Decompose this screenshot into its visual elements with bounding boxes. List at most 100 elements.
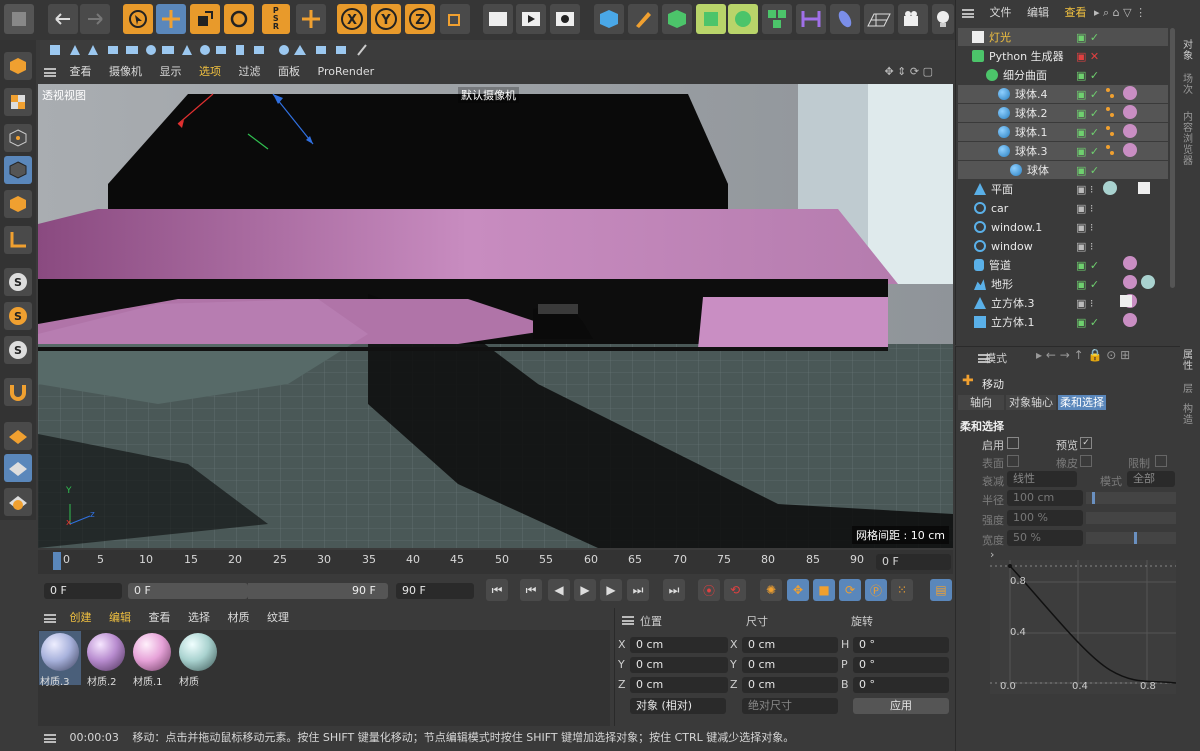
z-axis-button[interactable]: Z [405, 4, 435, 34]
range-start-field[interactable]: 0 F [128, 583, 248, 599]
keyframe-selection-button[interactable]: ✺ [760, 579, 782, 601]
psr-button[interactable]: PSR [262, 4, 290, 34]
key-scale-button[interactable]: ■ [813, 579, 835, 601]
material-menu-view[interactable]: 查看 [149, 611, 171, 624]
object-menu-view[interactable]: 查看 [1065, 6, 1087, 19]
render-settings-button[interactable] [550, 4, 580, 34]
viewport-menu-icon[interactable] [44, 67, 56, 77]
snap-settings-button[interactable]: S [4, 302, 32, 330]
y-axis-button[interactable]: Y [371, 4, 401, 34]
strength-field[interactable]: 100 % [1007, 510, 1083, 526]
subdivision-button[interactable] [662, 4, 692, 34]
transform-button[interactable] [296, 4, 326, 34]
surface-checkbox[interactable] [1007, 455, 1019, 467]
checkmark-icon[interactable]: ▣ ✓ [1076, 126, 1099, 139]
next-frame-button[interactable]: ▶ [600, 579, 622, 601]
x-axis-button[interactable]: X [337, 4, 367, 34]
size-x-field[interactable]: 0 cm [742, 637, 838, 653]
pen-tool-button[interactable] [628, 4, 658, 34]
rotation-b-field[interactable]: 0 ° [853, 677, 949, 693]
falloff-dropdown[interactable]: 线性 [1007, 471, 1077, 487]
attr-nav-icons[interactable]: ▸ ← → ↑ 🔒 ⊙ ⊞ [1036, 348, 1130, 362]
checkmark-icon[interactable]: ▣ ✓ [1076, 88, 1099, 101]
viewport-menu-panel[interactable]: 面板 [278, 65, 300, 78]
key-rotation-button[interactable]: ⟳ [839, 579, 861, 601]
material-menu-material[interactable]: 材质 [228, 611, 250, 624]
viewport-nav-icons[interactable]: ✥ ⇕ ⟳ ▢ [884, 62, 933, 82]
object-menu-file[interactable]: 文件 [990, 6, 1012, 19]
play-button[interactable]: ▶ [574, 579, 596, 601]
status-menu-icon[interactable] [44, 733, 56, 743]
size-y-field[interactable]: 0 cm [742, 657, 838, 673]
key-param-button[interactable]: Ⓟ [865, 579, 887, 601]
render-view-button[interactable] [483, 4, 513, 34]
material-ball[interactable] [133, 633, 171, 671]
timeline-window-button[interactable]: ▤ [930, 579, 952, 601]
object-row[interactable]: 细分曲面 ▣ ✓ [958, 66, 1168, 84]
cloner-button[interactable] [696, 4, 726, 34]
soft-select-button[interactable] [4, 488, 32, 516]
visibility-dots-icon[interactable]: ▣ ⁝ [1076, 221, 1093, 234]
grid-button[interactable] [4, 454, 32, 482]
object-menu-icons[interactable]: ▸ ⌕ ⌂ ▽ ⋮ [1094, 4, 1146, 22]
position-z-field[interactable]: 0 cm [630, 677, 728, 693]
frame-start-field[interactable]: 0 F [44, 583, 122, 599]
object-mode-button[interactable] [4, 52, 32, 80]
texture-mode-button[interactable] [4, 88, 32, 116]
checkmark-icon[interactable]: ▣ ✓ [1076, 31, 1099, 44]
viewport[interactable]: 透视视图 默认摄像机 网格间距 : 10 cm x Y z [38, 84, 953, 548]
autokey-button[interactable]: ⟲ [724, 579, 746, 601]
checkmark-icon[interactable]: ▣ ✓ [1076, 316, 1099, 329]
attr-tab-object-axis[interactable]: 对象轴心 [1006, 395, 1056, 410]
key-position-button[interactable]: ✥ [787, 579, 809, 601]
material-menu-edit[interactable]: 编辑 [109, 611, 131, 624]
cube-primitive-button[interactable] [594, 4, 624, 34]
coordinate-system-button[interactable] [440, 4, 470, 34]
visibility-dots-icon[interactable]: ▣ ⁝ [1076, 202, 1093, 215]
polygons-mode-button[interactable] [4, 190, 32, 218]
object-scrollbar[interactable] [1170, 28, 1175, 288]
render-button[interactable] [516, 4, 546, 34]
rotation-h-field[interactable]: 0 ° [853, 637, 949, 653]
rubber-checkbox[interactable] [1080, 455, 1092, 467]
enable-checkbox[interactable] [1007, 437, 1019, 449]
axis-mode-button[interactable] [4, 226, 32, 254]
key-pla-button[interactable]: ⁙ [891, 579, 913, 601]
size-z-field[interactable]: 0 cm [742, 677, 838, 693]
tab-structure[interactable]: 构造 [1183, 404, 1195, 426]
mode-icons[interactable] [40, 40, 380, 60]
material-menu-select[interactable]: 选择 [188, 611, 210, 624]
timeline-end-field[interactable]: 0 F [876, 554, 951, 570]
viewport-menu-options[interactable]: 选项 [199, 65, 221, 78]
disabled-icon[interactable]: ▣ ✕ [1076, 50, 1099, 63]
viewport-menu-view[interactable]: 查看 [70, 65, 92, 78]
rotation-p-field[interactable]: 0 ° [853, 657, 949, 673]
workplane-button[interactable] [4, 422, 32, 450]
strength-slider[interactable] [1086, 512, 1176, 524]
position-x-field[interactable]: 0 cm [630, 637, 728, 653]
width-slider[interactable] [1086, 532, 1176, 544]
goto-start-button[interactable]: ⏮ [486, 579, 508, 601]
goto-end-button[interactable]: ⏭ [663, 579, 685, 601]
preview-checkbox[interactable]: ✓ [1080, 437, 1092, 449]
width-slider-handle[interactable] [1134, 532, 1137, 544]
record-button[interactable]: ⦿ [698, 579, 720, 601]
floor-button[interactable] [864, 4, 894, 34]
coords-menu-icon[interactable] [622, 616, 634, 625]
attr-mode-menu[interactable]: 模式 [985, 350, 1007, 366]
edges-mode-button[interactable] [4, 156, 32, 184]
object-row[interactable]: 灯光 ▣ ✓ [958, 28, 1168, 46]
mode-dropdown[interactable]: 全部 [1127, 471, 1175, 487]
checkmark-icon[interactable]: ▣ ✓ [1076, 107, 1099, 120]
frame-end-field[interactable]: 90 F [396, 583, 474, 599]
radius-field[interactable]: 100 cm [1007, 490, 1083, 506]
camera-label[interactable]: 默认摄像机 [458, 87, 519, 103]
visibility-dots-icon[interactable]: ▣ ⁝ [1076, 297, 1093, 310]
tab-layers[interactable]: 层 [1183, 384, 1195, 395]
visibility-dots-icon[interactable]: ▣ ⁝ [1076, 183, 1093, 196]
attr-tab-axis[interactable]: 轴向 [958, 395, 1004, 410]
visibility-dots-icon[interactable]: ▣ ⁝ [1076, 240, 1093, 253]
object-menu-icon[interactable] [962, 8, 974, 18]
size-mode-dropdown[interactable]: 绝对尺寸 [742, 698, 838, 714]
deformer-button[interactable] [796, 4, 826, 34]
